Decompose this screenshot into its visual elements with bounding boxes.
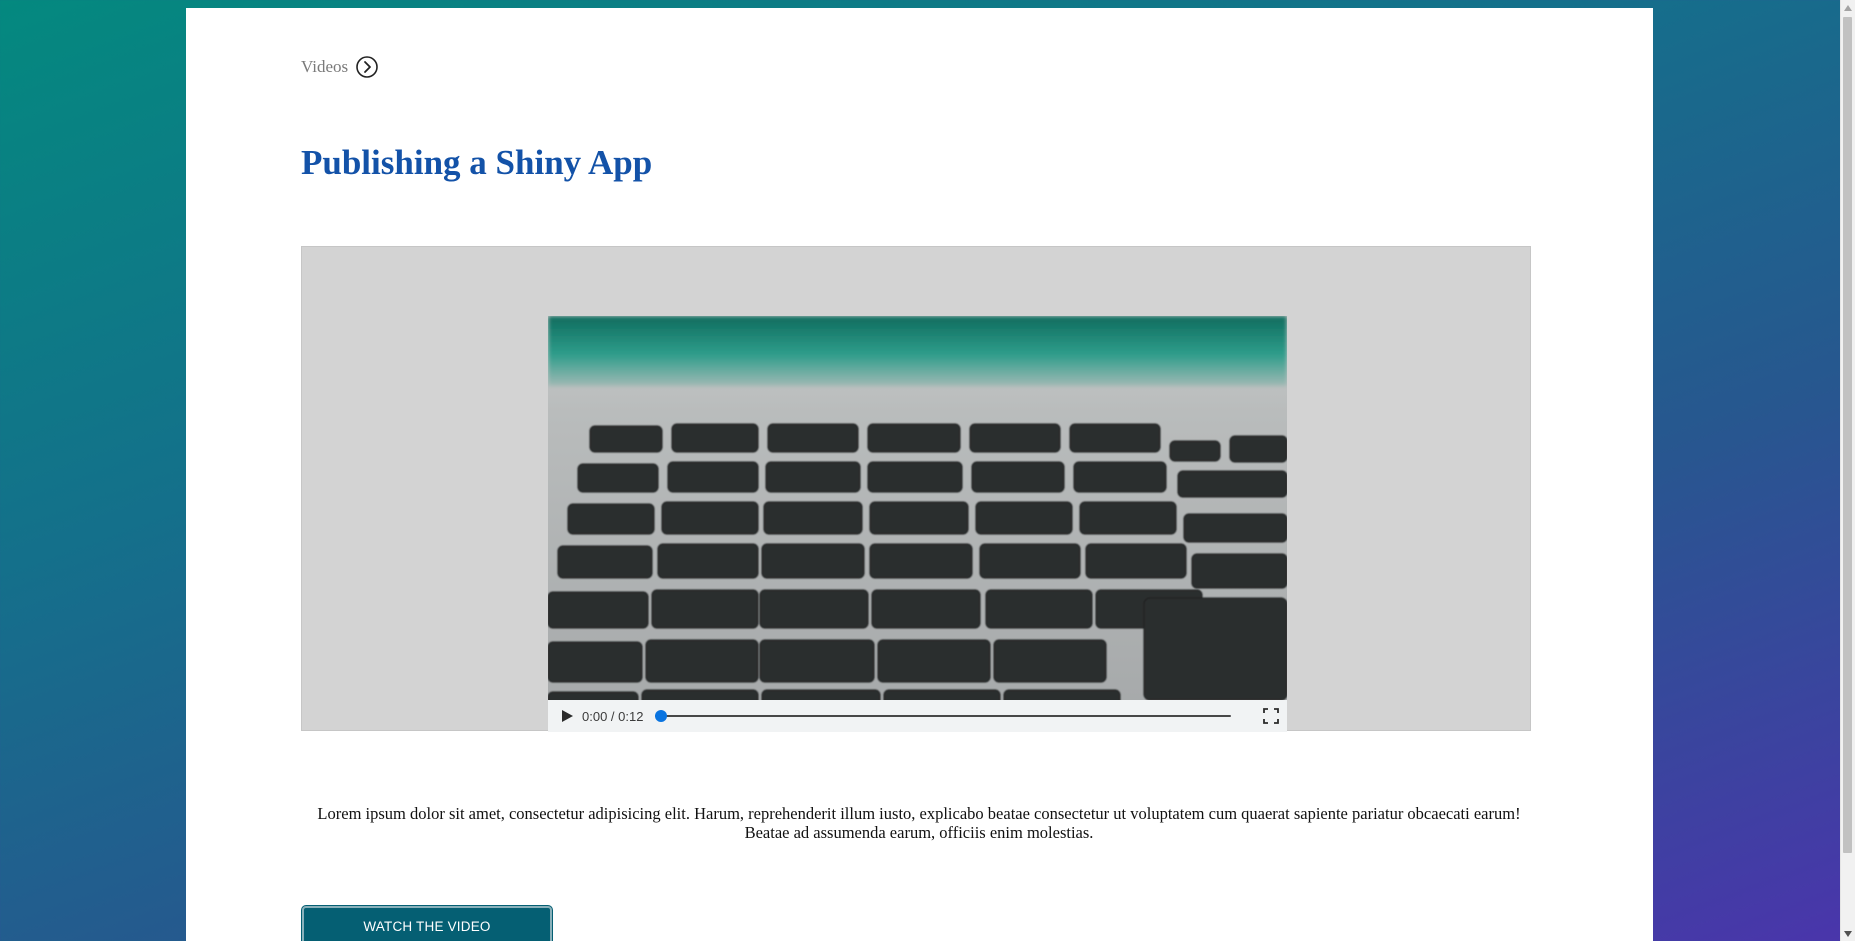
vertical-scrollbar[interactable]: [1840, 0, 1855, 941]
seek-slider[interactable]: [655, 709, 1232, 723]
watch-video-button[interactable]: WATCH THE VIDEO: [302, 906, 552, 941]
scroll-up-arrow-icon[interactable]: [1841, 0, 1855, 15]
fullscreen-icon[interactable]: [1263, 708, 1279, 724]
scroll-thumb[interactable]: [1843, 17, 1852, 853]
content-card: Videos Publishing a Shiny App 0:00 / 0:1…: [186, 8, 1653, 941]
play-icon[interactable]: [560, 709, 574, 723]
scroll-down-arrow-icon[interactable]: [1841, 926, 1855, 941]
seek-thumb[interactable]: [655, 710, 668, 722]
video-description: Lorem ipsum dolor sit amet, consectetur …: [317, 804, 1521, 842]
seek-track: [655, 715, 1232, 717]
page-title: Publishing a Shiny App: [301, 143, 653, 182]
video-panel: 0:00 / 0:12: [301, 246, 1531, 732]
video-controls: 0:00 / 0:12: [548, 700, 1287, 732]
circle-chevron-right-icon[interactable]: [355, 55, 379, 79]
breadcrumb-label[interactable]: Videos: [301, 57, 348, 77]
laptop-keyboard-image[interactable]: [548, 316, 1287, 700]
video-time: 0:00 / 0:12: [582, 708, 644, 724]
breadcrumb[interactable]: Videos: [301, 55, 379, 79]
video-player[interactable]: 0:00 / 0:12: [548, 316, 1287, 732]
